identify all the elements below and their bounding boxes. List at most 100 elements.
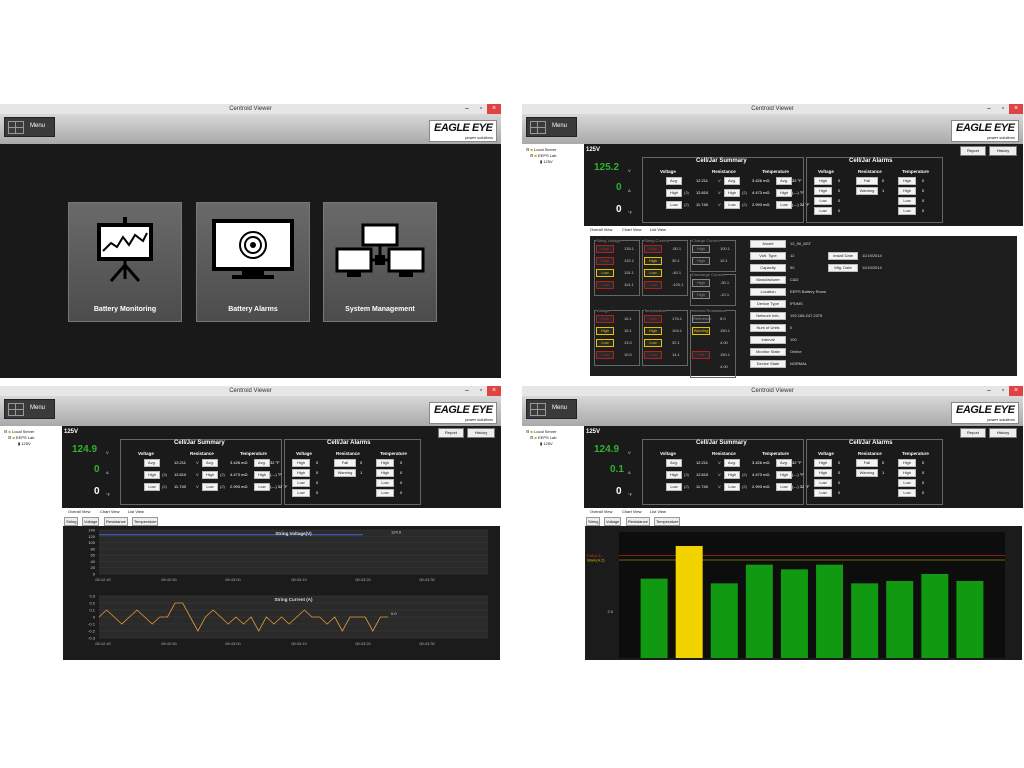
threshold-button[interactable]: High — [692, 279, 710, 287]
alarm-temp-button[interactable]: High — [898, 469, 916, 477]
summary-row-button[interactable]: Low — [666, 483, 682, 491]
threshold-button[interactable]: Low — [644, 339, 662, 347]
minimize-button[interactable]: – — [983, 386, 995, 396]
threshold-button[interactable]: High — [596, 245, 614, 253]
tree-string[interactable]: ▮ 125V — [18, 441, 31, 446]
threshold-button[interactable]: Low — [596, 281, 614, 289]
threshold-button[interactable]: Low — [644, 269, 662, 277]
alarm-resistance-button[interactable]: Fail — [856, 459, 878, 467]
device-info-label[interactable]: Monitor State — [750, 348, 786, 356]
threshold-button[interactable]: High — [596, 257, 614, 265]
device-info-label[interactable]: Volt. Type — [750, 252, 786, 260]
alarm-voltage-button[interactable]: Low — [292, 489, 310, 497]
device-info-label[interactable]: Manufacturer — [750, 276, 786, 284]
alarm-voltage-button[interactable]: Low — [292, 479, 310, 487]
device-info-label[interactable]: Device State — [750, 360, 786, 368]
cell-bar[interactable] — [851, 583, 879, 658]
summary-temp-button[interactable]: Low — [776, 483, 792, 491]
close-button[interactable]: × — [1009, 104, 1023, 114]
summary-row-button[interactable]: High — [666, 189, 682, 197]
threshold-button[interactable]: High — [644, 327, 662, 335]
tree-root[interactable]: ⊟ ■ Local Server — [4, 429, 34, 434]
tree-site[interactable]: ⊟ ■ EEPS Lab — [8, 435, 34, 440]
cell-bar[interactable] — [921, 574, 949, 658]
alarm-temp-button[interactable]: Low — [898, 479, 916, 487]
cell-bar[interactable] — [745, 564, 773, 658]
report-button[interactable]: Report — [960, 146, 986, 156]
alarm-voltage-button[interactable]: Low — [814, 207, 832, 215]
summary-temp-button[interactable]: Avg. — [254, 459, 270, 467]
maximize-button[interactable]: ▫ — [997, 104, 1009, 114]
alarm-resistance-button[interactable]: Warning — [856, 187, 878, 195]
summary-temp-button[interactable]: Avg. — [776, 177, 792, 185]
threshold-button[interactable]: Reference — [692, 315, 711, 323]
alarm-resistance-button[interactable]: Warning — [856, 469, 878, 477]
summary-row-button[interactable]: Avg. — [666, 459, 682, 467]
device-info-label[interactable]: Num of Units — [750, 324, 786, 332]
summary-row-button[interactable]: Low — [144, 483, 160, 491]
sub-tab[interactable]: Temperature — [132, 517, 159, 526]
summary-row-button[interactable]: Low — [724, 201, 740, 209]
threshold-button[interactable]: High — [692, 245, 710, 253]
cell-bar[interactable] — [886, 581, 914, 658]
device-info-label[interactable]: Model — [750, 240, 786, 248]
tree-root[interactable]: ⊟ ■ Local Server — [526, 147, 556, 152]
summary-row-button[interactable]: Avg. — [724, 177, 740, 185]
alarm-resistance-button[interactable]: Fail — [334, 459, 356, 467]
tab-chart[interactable]: Chart View — [622, 227, 642, 232]
summary-row-button[interactable]: Low — [202, 483, 218, 491]
sub-tab[interactable]: Resistance — [104, 517, 128, 526]
tab-overall[interactable]: Overall View — [590, 509, 612, 514]
battery-monitoring-tile[interactable]: Battery Monitoring — [68, 202, 182, 322]
summary-row-button[interactable]: Avg. — [666, 177, 682, 185]
summary-row-button[interactable]: High — [202, 471, 218, 479]
device-info-label[interactable]: Capacity — [750, 264, 786, 272]
tab-overall[interactable]: Overall View — [68, 509, 90, 514]
alarm-voltage-button[interactable]: High — [814, 459, 832, 467]
threshold-button[interactable]: High — [692, 257, 710, 265]
summary-row-button[interactable]: Low — [724, 483, 740, 491]
summary-row-button[interactable]: Avg. — [724, 459, 740, 467]
cell-bar[interactable] — [816, 564, 844, 658]
device-info-label[interactable]: Device Type — [750, 300, 786, 308]
sub-tab[interactable]: String — [586, 517, 601, 526]
summary-temp-button[interactable]: High — [776, 189, 792, 197]
tab-list[interactable]: List View — [650, 509, 666, 514]
device-info-label[interactable]: Interval — [750, 336, 786, 344]
menu-button[interactable]: Menu — [4, 399, 55, 419]
maximize-button[interactable]: ▫ — [997, 386, 1009, 396]
sub-tab[interactable]: Resistance — [626, 517, 650, 526]
threshold-button[interactable]: High — [644, 245, 662, 253]
maximize-button[interactable]: ▫ — [475, 104, 487, 114]
summary-row-button[interactable]: High — [724, 189, 740, 197]
summary-temp-button[interactable]: Low — [776, 201, 792, 209]
tab-chart[interactable]: Chart View — [622, 509, 642, 514]
alarm-temp-button[interactable]: Low — [376, 479, 394, 487]
sub-tab[interactable]: Voltage — [82, 517, 100, 526]
summary-row-button[interactable]: High — [724, 471, 740, 479]
tab-overall[interactable]: Overall View — [590, 227, 612, 232]
alarm-temp-button[interactable]: Low — [898, 197, 916, 205]
cell-bar[interactable] — [956, 581, 984, 658]
tree-root[interactable]: ⊟ ■ Local Server — [526, 429, 556, 434]
tab-chart[interactable]: Chart View — [100, 509, 120, 514]
history-button[interactable]: History — [989, 146, 1017, 156]
threshold-button[interactable]: Low — [596, 351, 614, 359]
close-button[interactable]: × — [487, 386, 501, 396]
threshold-button[interactable]: High — [692, 291, 710, 299]
history-button[interactable]: History — [989, 428, 1017, 438]
menu-button[interactable]: Menu — [526, 399, 577, 419]
cell-bar[interactable] — [675, 546, 703, 658]
summary-temp-button[interactable]: Avg. — [776, 459, 792, 467]
alarm-temp-button[interactable]: Low — [376, 489, 394, 497]
threshold-button[interactable]: High — [596, 327, 614, 335]
alarm-temp-button[interactable]: High — [376, 459, 394, 467]
summary-row-button[interactable]: High — [666, 471, 682, 479]
close-button[interactable]: × — [487, 104, 501, 114]
alarm-resistance-button[interactable]: Fail — [856, 177, 878, 185]
close-button[interactable]: × — [1009, 386, 1023, 396]
summary-row-button[interactable]: Avg. — [144, 459, 160, 467]
alarm-temp-button[interactable]: Low — [898, 489, 916, 497]
tree-site[interactable]: ⊟ ■ EEPS Lab — [530, 435, 556, 440]
threshold-button[interactable]: Low — [644, 351, 662, 359]
